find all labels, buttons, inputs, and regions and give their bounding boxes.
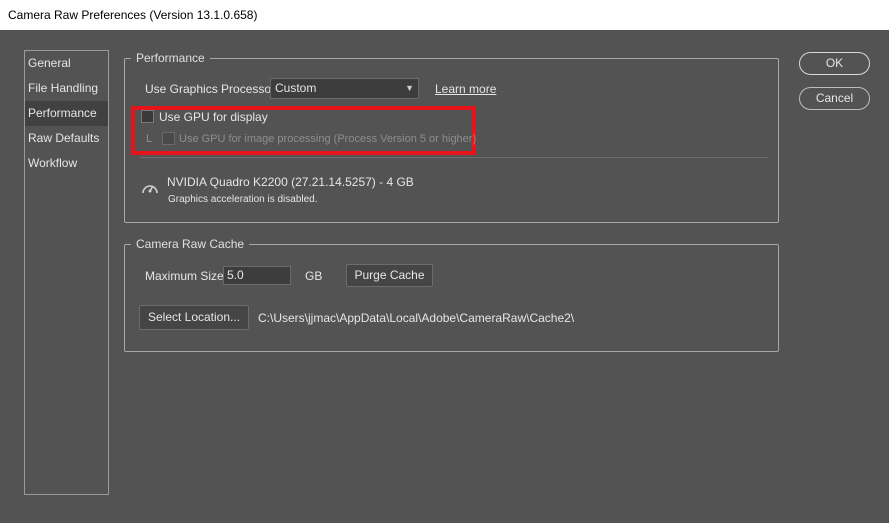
learn-more-link[interactable]: Learn more — [435, 81, 496, 97]
max-size-input[interactable]: 5.0 — [223, 266, 291, 285]
nav-item-general[interactable]: General — [25, 51, 108, 76]
gpu-status: Graphics acceleration is disabled. — [168, 194, 318, 205]
gpu-name: NVIDIA Quadro K2200 (27.21.14.5257) - 4 … — [167, 175, 414, 189]
performance-divider — [140, 157, 768, 158]
ok-button[interactable]: OK — [799, 52, 870, 75]
max-size-unit: GB — [305, 269, 323, 283]
gpu-processor-label: Use Graphics Processor: — [145, 82, 279, 96]
cache-group-title: Camera Raw Cache — [131, 236, 250, 252]
cache-path: C:\Users\jjmac\AppData\Local\Adobe\Camer… — [258, 311, 575, 325]
sub-option-marker: L — [146, 133, 153, 145]
nav-item-performance[interactable]: Performance — [25, 101, 108, 126]
gpu-processor-value: Custom — [275, 81, 317, 95]
nav-item-file-handling[interactable]: File Handling — [25, 76, 108, 101]
chevron-down-icon: ▼ — [405, 83, 414, 93]
purge-cache-button[interactable]: Purge Cache — [346, 264, 433, 287]
use-gpu-display-label: Use GPU for display — [159, 110, 268, 124]
use-gpu-display-checkbox[interactable] — [141, 110, 154, 123]
performance-group-title: Performance — [131, 50, 210, 66]
speedometer-icon — [141, 180, 159, 196]
nav-item-workflow[interactable]: Workflow — [25, 151, 108, 176]
cache-group: Camera Raw Cache — [124, 236, 779, 352]
max-size-label: Maximum Size: — [145, 269, 228, 283]
window-title: Camera Raw Preferences (Version 13.1.0.6… — [0, 0, 889, 30]
preferences-nav: General File Handling Performance Raw De… — [24, 50, 109, 495]
select-location-button[interactable]: Select Location... — [139, 305, 249, 330]
use-gpu-processing-checkbox[interactable] — [162, 132, 175, 145]
cancel-button[interactable]: Cancel — [799, 87, 870, 110]
nav-item-raw-defaults[interactable]: Raw Defaults — [25, 126, 108, 151]
gpu-processor-select[interactable]: Custom ▼ — [270, 78, 419, 99]
use-gpu-processing-label: Use GPU for image processing (Process Ve… — [179, 133, 477, 145]
